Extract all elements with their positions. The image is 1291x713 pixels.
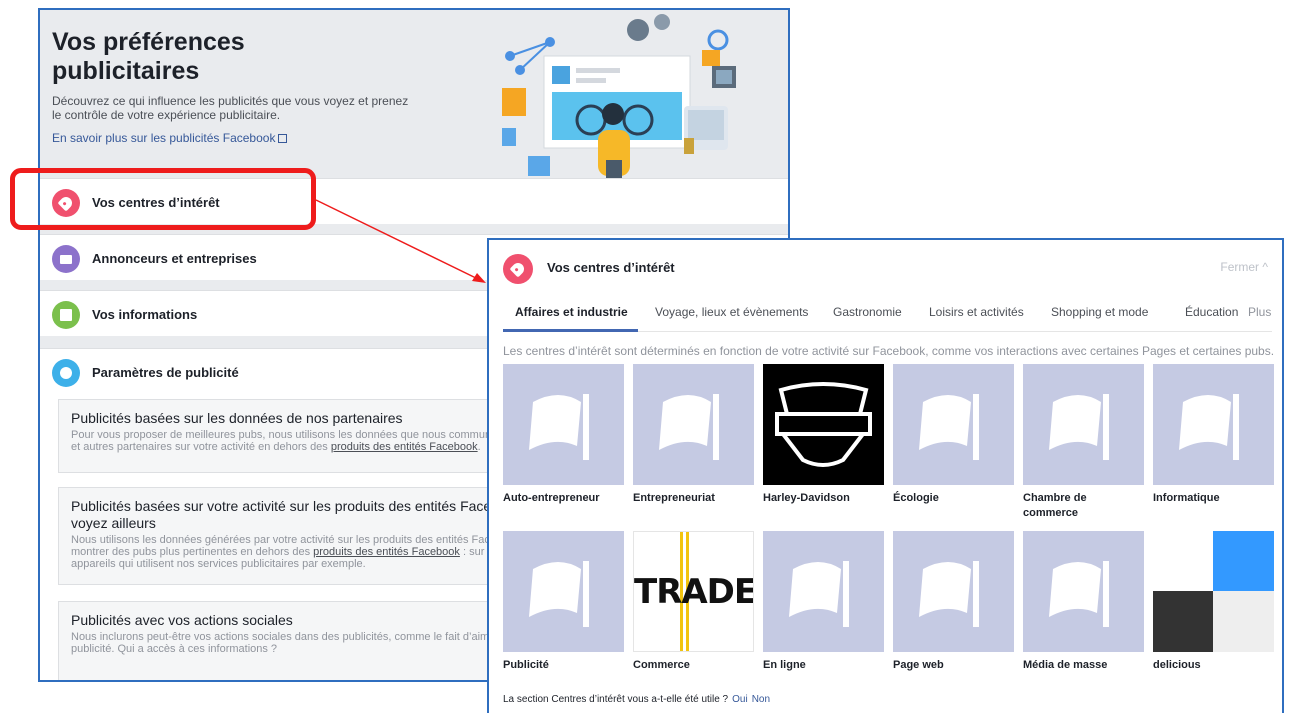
interests-panel: Vos centres d’intérêt Fermer ^ Affaires … bbox=[487, 238, 1284, 713]
interest-name: Auto-entrepreneur bbox=[503, 492, 600, 504]
feedback-question: La section Centres d’intérêt vous a-t-el… bbox=[503, 694, 729, 705]
interest-tile[interactable]: delicious bbox=[1153, 531, 1274, 673]
page-title-line-2: publicitaires bbox=[52, 57, 200, 85]
active-tab-indicator bbox=[503, 329, 638, 332]
interest-tile[interactable]: En ligne bbox=[763, 531, 884, 673]
page-header: Vos préférences publicitaires Découvrez … bbox=[40, 10, 788, 178]
interest-tile[interactable]: Publicité bbox=[503, 531, 624, 673]
interest-name: Commerce bbox=[633, 659, 690, 671]
section-ad-settings-label: Paramètres de publicité bbox=[92, 365, 239, 380]
interest-tile[interactable]: Page web bbox=[893, 531, 1014, 673]
highlight-box bbox=[10, 168, 316, 230]
interest-tile[interactable]: Écologie bbox=[893, 364, 1014, 506]
learn-more-link[interactable]: En savoir plus sur les publicités Facebo… bbox=[52, 131, 288, 145]
interest-name: Page web bbox=[893, 659, 944, 671]
close-button[interactable]: Fermer ^ bbox=[1220, 260, 1268, 274]
harley-davidson-logo bbox=[763, 364, 884, 485]
feedback-prompt: La section Centres d’intérêt vous a-t-el… bbox=[503, 694, 770, 705]
facebook-products-link[interactable]: produits des entités Facebook bbox=[331, 441, 478, 453]
interest-tile[interactable]: Chambre de commerce bbox=[1023, 364, 1144, 521]
interest-tile[interactable]: TRADE Commerce bbox=[633, 531, 754, 673]
page-description: Découvrez ce qui influence les publicité… bbox=[52, 94, 409, 122]
flag-placeholder-icon bbox=[1153, 364, 1274, 485]
interest-tile[interactable]: Auto-entrepreneur bbox=[503, 364, 624, 506]
flag-placeholder-icon bbox=[503, 364, 624, 485]
tab-business-industry[interactable]: Affaires et industrie bbox=[515, 305, 628, 319]
tab-more[interactable]: Plus bbox=[1248, 305, 1271, 319]
flag-placeholder-icon bbox=[893, 364, 1014, 485]
interest-name: Informatique bbox=[1153, 492, 1220, 504]
interest-name: Entrepreneuriat bbox=[633, 492, 715, 504]
tag-icon bbox=[503, 254, 533, 284]
feedback-no-link[interactable]: Non bbox=[752, 694, 770, 705]
flag-placeholder-icon bbox=[1023, 531, 1144, 652]
tab-travel[interactable]: Voyage, lieux et évènements bbox=[655, 305, 808, 319]
learn-more-label: En savoir plus sur les publicités Facebo… bbox=[52, 131, 276, 145]
flag-placeholder-icon bbox=[503, 531, 624, 652]
delicious-logo bbox=[1153, 531, 1274, 652]
flag-placeholder-icon bbox=[633, 364, 754, 485]
interests-panel-title: Vos centres d’intérêt bbox=[547, 260, 675, 275]
facebook-products-link[interactable]: produits des entités Facebook bbox=[313, 546, 460, 558]
tab-food[interactable]: Gastronomie bbox=[833, 305, 902, 319]
page-title-line-1: Vos préférences bbox=[52, 28, 245, 56]
interest-category-tabs: Affaires et industrie Voyage, lieux et é… bbox=[503, 296, 1272, 332]
page-title: Vos préférences publicitaires bbox=[52, 28, 245, 86]
interest-name: En ligne bbox=[763, 659, 806, 671]
flag-placeholder-icon bbox=[1023, 364, 1144, 485]
interest-tile[interactable]: Harley-Davidson bbox=[763, 364, 884, 506]
gear-icon bbox=[52, 359, 80, 387]
trade-logo-text: TRADE bbox=[634, 572, 754, 612]
header-illustration bbox=[502, 14, 736, 178]
card-text-part: . bbox=[477, 441, 481, 453]
flag-placeholder-icon bbox=[763, 531, 884, 652]
section-advertisers-label: Annonceurs et entreprises bbox=[92, 251, 257, 266]
flag-placeholder-icon bbox=[893, 531, 1014, 652]
interest-tile[interactable]: Média de masse bbox=[1023, 531, 1144, 673]
interest-name: Média de masse bbox=[1023, 659, 1108, 671]
feedback-yes-link[interactable]: Oui bbox=[732, 694, 748, 705]
card-text-part: montrer des pubs plus pertinentes en deh… bbox=[71, 546, 314, 558]
interest-name: Chambre de commerce bbox=[1023, 492, 1087, 519]
trade-logo: TRADE bbox=[633, 531, 754, 652]
tab-education[interactable]: Éducation bbox=[1185, 305, 1238, 319]
interest-tile[interactable]: Informatique bbox=[1153, 364, 1274, 506]
id-card-icon bbox=[52, 301, 80, 329]
card-text-part: : sur bbox=[459, 546, 485, 558]
card-text-part: et autres partenaires sur votre activité… bbox=[71, 441, 331, 453]
external-link-icon bbox=[278, 134, 288, 143]
interest-name: Harley-Davidson bbox=[763, 492, 850, 504]
interest-name: Publicité bbox=[503, 659, 549, 671]
tab-shopping[interactable]: Shopping et mode bbox=[1051, 305, 1148, 319]
section-your-info-label: Vos informations bbox=[92, 307, 198, 322]
interest-name: Écologie bbox=[893, 492, 939, 504]
tab-hobbies[interactable]: Loisirs et activités bbox=[929, 305, 1024, 319]
interest-name: delicious bbox=[1153, 659, 1201, 671]
interests-description: Les centres d’intérêt sont déterminés en… bbox=[503, 344, 1275, 358]
interest-tile[interactable]: Entrepreneuriat bbox=[633, 364, 754, 506]
briefcase-icon bbox=[52, 245, 80, 273]
